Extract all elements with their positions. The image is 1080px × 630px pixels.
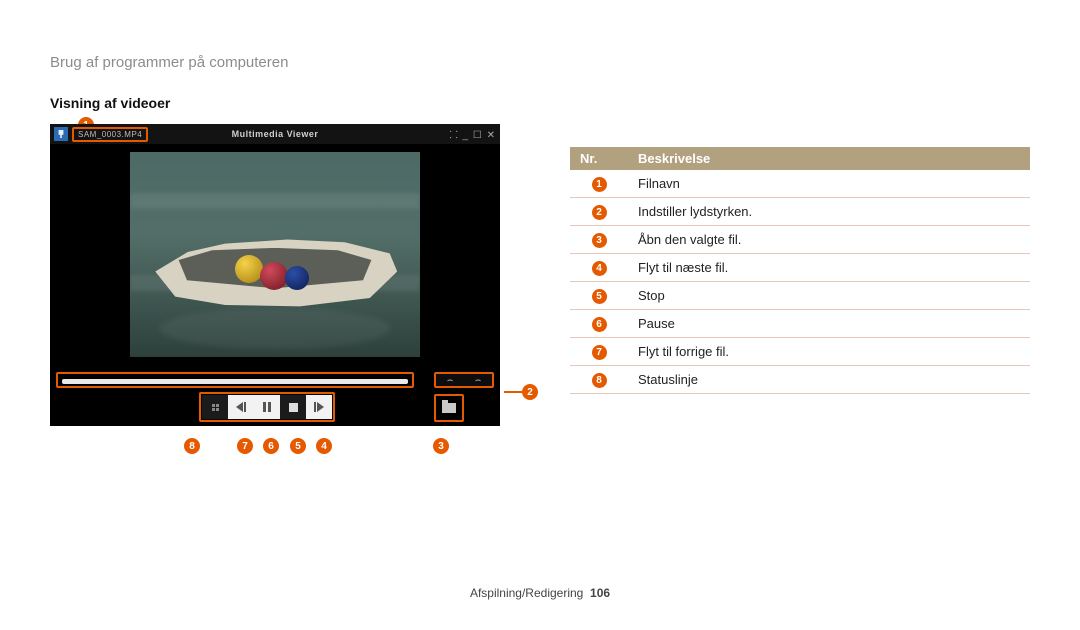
row-badge: 2 — [592, 205, 607, 220]
col-header-desc: Beskrivelse — [628, 147, 1030, 170]
video-frame — [130, 152, 420, 357]
row-desc: Åbn den valgte fil. — [628, 226, 1030, 254]
table-row: 4 Flyt til næste fil. — [570, 254, 1030, 282]
open-file-button[interactable] — [434, 394, 464, 422]
callout-marker-5: 5 — [290, 438, 306, 454]
row-badge: 3 — [592, 233, 607, 248]
volume-control[interactable]: ⌢ ⌢ — [434, 372, 494, 388]
folder-icon — [442, 403, 456, 413]
row-badge: 6 — [592, 317, 607, 332]
row-desc: Flyt til næste fil. — [628, 254, 1030, 282]
row-badge: 5 — [592, 289, 607, 304]
pause-button[interactable] — [254, 395, 280, 419]
table-row: 2 Indstiller lydstyrken. — [570, 198, 1030, 226]
callout-marker-6: 6 — [263, 438, 279, 454]
row-desc: Flyt til forrige fil. — [628, 338, 1030, 366]
table-row: 6 Pause — [570, 310, 1030, 338]
callout-marker-3: 3 — [433, 438, 449, 454]
transport-controls — [199, 392, 335, 422]
page-header: Brug af programmer på computeren — [50, 54, 288, 71]
multimedia-viewer-window: SAM_0003.MP4 Multimedia Viewer ⸬ _ ☐ ✕ ⌢… — [50, 124, 500, 426]
thumbnails-button[interactable] — [202, 395, 228, 419]
footer-section: Afspilning/Redigering — [470, 586, 583, 600]
table-row: 5 Stop — [570, 282, 1030, 310]
row-desc: Stop — [628, 282, 1030, 310]
app-title: Multimedia Viewer — [232, 129, 319, 139]
progress-bar[interactable] — [56, 372, 414, 388]
app-icon — [54, 127, 68, 141]
window-titlebar: SAM_0003.MP4 Multimedia Viewer ⸬ _ ☐ ✕ — [50, 124, 500, 144]
volume-up-icon[interactable]: ⌢ — [475, 375, 482, 386]
row-desc: Pause — [628, 310, 1030, 338]
row-desc: Indstiller lydstyrken. — [628, 198, 1030, 226]
row-desc: Filnavn — [628, 170, 1030, 198]
legend-table: Nr. Beskrivelse 1 Filnavn 2 Indstiller lyd… — [570, 147, 1030, 394]
row-badge: 4 — [592, 261, 607, 276]
player-screenshot: 1 SAM_0003.MP4 Multimedia Viewer ⸬ _ ☐ ✕… — [50, 124, 500, 426]
grid-icon — [212, 404, 219, 411]
window-controls[interactable]: ⸬ _ ☐ ✕ — [449, 127, 496, 141]
col-header-nr: Nr. — [570, 147, 628, 170]
page-number: 106 — [590, 586, 610, 600]
next-button[interactable] — [306, 395, 332, 419]
previous-button[interactable] — [228, 395, 254, 419]
bottom-callout-row: 8 7 6 5 4 3 — [50, 438, 500, 458]
table-row: 7 Flyt til forrige fil. — [570, 338, 1030, 366]
stop-button[interactable] — [280, 395, 306, 419]
filename-label: SAM_0003.MP4 — [72, 127, 148, 142]
table-row: 3 Åbn den valgte fil. — [570, 226, 1030, 254]
callout-marker-7: 7 — [237, 438, 253, 454]
callout-marker-8: 8 — [184, 438, 200, 454]
volume-down-icon[interactable]: ⌢ — [447, 375, 454, 386]
table-row: 1 Filnavn — [570, 170, 1030, 198]
row-desc: Statuslinje — [628, 366, 1030, 394]
callout-marker-4: 4 — [316, 438, 332, 454]
row-badge: 1 — [592, 177, 607, 192]
section-title: Visning af videoer — [50, 95, 170, 111]
row-badge: 8 — [592, 373, 607, 388]
callout-marker-2: 2 — [522, 384, 538, 400]
table-row: 8 Statuslinje — [570, 366, 1030, 394]
row-badge: 7 — [592, 345, 607, 360]
leader-line-2 — [504, 391, 522, 393]
page-footer: Afspilning/Redigering 106 — [0, 586, 1080, 600]
